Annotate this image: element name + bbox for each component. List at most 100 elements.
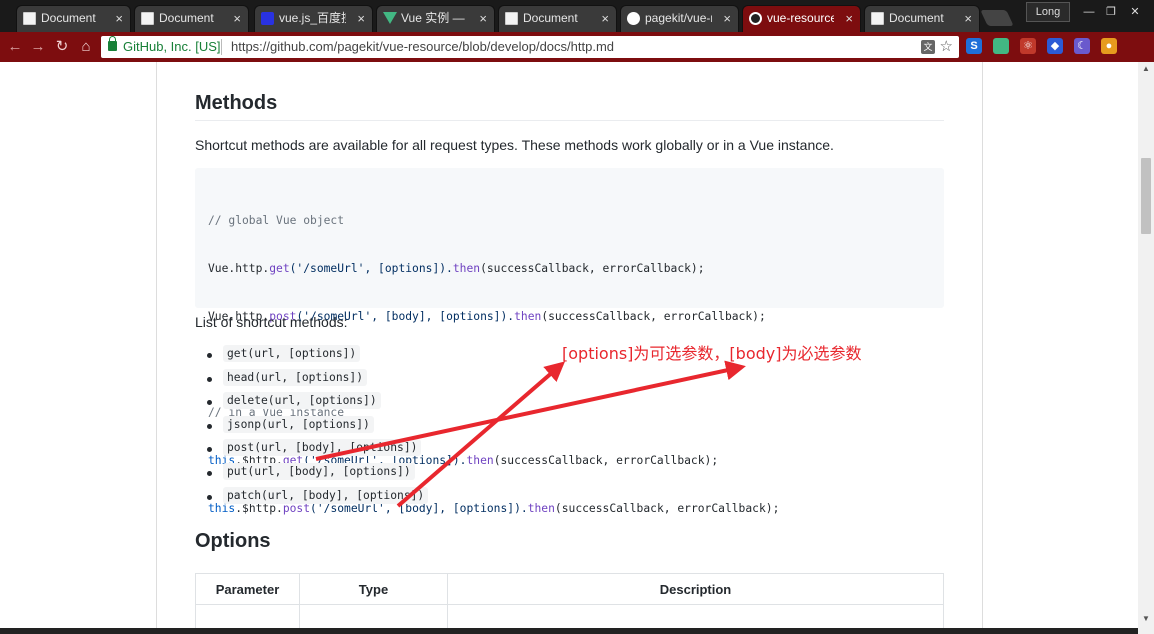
tab-document-3[interactable]: Document × xyxy=(498,5,617,32)
method-signature: head(url, [options]) xyxy=(223,368,368,386)
method-signature: delete(url, [options]) xyxy=(223,392,381,410)
code-token: then xyxy=(466,454,494,467)
method-signature: jsonp(url, [options]) xyxy=(223,415,374,433)
tab-title: vue-resource/ xyxy=(767,11,834,25)
forward-icon[interactable]: → xyxy=(28,37,48,57)
list-item: delete(url, [options]) xyxy=(195,391,428,415)
tab-baidu-search[interactable]: vue.js_百度搜索 × xyxy=(254,5,373,32)
tab-title: vue.js_百度搜索 xyxy=(279,11,346,25)
page-viewport: Methods Shortcut methods are available f… xyxy=(0,62,1138,634)
document-icon xyxy=(871,12,884,25)
heading-divider xyxy=(195,120,944,121)
restore-icon[interactable]: ❐ xyxy=(1100,4,1122,20)
bullet-icon xyxy=(207,400,212,406)
bullet-icon xyxy=(207,470,212,476)
bullet-icon xyxy=(207,494,212,500)
code-token: (successCallback, errorCallback); xyxy=(541,310,766,323)
tab-close-icon[interactable]: × xyxy=(357,6,365,31)
code-token: (successCallback, errorCallback); xyxy=(493,454,719,467)
tab-close-icon[interactable]: × xyxy=(964,6,972,31)
code-token: then xyxy=(527,502,555,515)
method-signature: patch(url, [body], [options]) xyxy=(223,486,429,504)
table-header-description: Description xyxy=(447,573,944,605)
tab-title: pagekit/vue-re xyxy=(645,11,712,25)
document-icon xyxy=(23,12,36,25)
back-icon[interactable]: ← xyxy=(5,37,25,57)
tab-strip: Document × Document × vue.js_百度搜索 × Vue … xyxy=(0,0,1154,32)
method-signature: post(url, [body], [options]) xyxy=(223,439,422,457)
vertical-scrollbar[interactable]: ▲ ▼ xyxy=(1138,62,1154,634)
reload-icon[interactable]: ↻ xyxy=(52,37,72,57)
method-signature: get(url, [options]) xyxy=(223,345,361,362)
tab-close-icon[interactable]: × xyxy=(233,6,241,31)
github-icon xyxy=(749,12,762,25)
code-token: Vue.http. xyxy=(208,262,270,275)
url-text[interactable]: https://github.com/pagekit/vue-resource/… xyxy=(231,36,614,58)
s-extension-icon[interactable]: S xyxy=(966,38,982,54)
table-header-parameter: Parameter xyxy=(195,573,300,605)
cookie-extension-icon[interactable]: ● xyxy=(1101,38,1117,54)
tab-pagekit-vue-resource[interactable]: pagekit/vue-re × xyxy=(620,5,739,32)
code-token: then xyxy=(452,262,481,275)
tab-vue-resource-active[interactable]: vue-resource/ × xyxy=(742,5,861,32)
taskbar-strip xyxy=(0,628,1138,634)
minimize-icon[interactable]: — xyxy=(1078,4,1100,20)
options-table: Parameter Type Description xyxy=(195,573,944,634)
shortcut-method-list: get(url, [options]) head(url, [options])… xyxy=(195,344,429,510)
new-tab-button[interactable] xyxy=(980,10,1014,26)
tab-title: Document xyxy=(889,11,944,25)
scroll-down-icon[interactable]: ▼ xyxy=(1138,612,1154,626)
vue-devtools-icon[interactable] xyxy=(993,38,1009,54)
scroll-up-icon[interactable]: ▲ xyxy=(1138,62,1154,76)
vue-icon xyxy=(383,12,397,25)
code-token: ('/someUrl', [options]). xyxy=(289,262,453,275)
document-icon xyxy=(141,12,154,25)
close-window-icon[interactable]: ✕ xyxy=(1124,4,1146,20)
methods-heading: Methods xyxy=(195,92,278,114)
list-item: put(url, [body], [options]) xyxy=(195,462,428,486)
list-item: get(url, [options]) xyxy=(195,344,428,368)
bullet-icon xyxy=(207,423,212,429)
tab-document-2[interactable]: Document × xyxy=(134,5,249,32)
tab-close-icon[interactable]: × xyxy=(723,6,731,31)
blue-extension-icon[interactable]: ◆ xyxy=(1047,38,1063,54)
code-token: then xyxy=(514,310,542,323)
tab-title: Document xyxy=(523,11,578,25)
bookmark-star-icon[interactable]: ☆ xyxy=(940,36,953,58)
bullet-icon xyxy=(207,353,212,358)
options-heading: Options xyxy=(195,530,271,552)
browser-toolbar: ← → ↻ ⌂ GitHub, Inc. [US] https://github… xyxy=(0,32,1154,62)
address-bar[interactable]: GitHub, Inc. [US] https://github.com/pag… xyxy=(101,36,959,58)
react-devtools-icon[interactable]: ⚛ xyxy=(1020,38,1036,54)
tab-title: Vue 实例 — Vue xyxy=(401,11,468,25)
moon-extension-icon[interactable]: ☾ xyxy=(1074,38,1090,54)
table-header-type: Type xyxy=(299,573,448,605)
code-token: get xyxy=(269,262,290,275)
tab-close-icon[interactable]: × xyxy=(601,6,609,31)
list-item: post(url, [body], [options]) xyxy=(195,438,428,462)
code-token: (successCallback, errorCallback); xyxy=(554,502,780,515)
list-intro: List of shortcut methods: xyxy=(195,314,348,330)
methods-intro: Shortcut methods are available for all r… xyxy=(195,137,834,153)
method-signature: put(url, [body], [options]) xyxy=(223,462,415,480)
code-token: (successCallback, errorCallback); xyxy=(480,262,705,275)
tab-title: Document xyxy=(159,11,214,25)
home-icon[interactable]: ⌂ xyxy=(76,37,96,57)
tab-close-icon[interactable]: × xyxy=(115,6,123,31)
tab-document-1[interactable]: Document × xyxy=(16,5,131,32)
tab-close-icon[interactable]: × xyxy=(479,6,487,31)
tab-document-4[interactable]: Document × xyxy=(864,5,980,32)
profile-button[interactable]: Long xyxy=(1026,2,1070,22)
tab-close-icon[interactable]: × xyxy=(845,6,853,31)
bullet-icon xyxy=(207,447,212,453)
annotation-text: [options]为可选参数，[body]为必选参数 xyxy=(562,344,862,363)
lock-icon xyxy=(108,36,117,51)
scroll-thumb[interactable] xyxy=(1141,158,1151,234)
url-divider xyxy=(221,39,222,55)
translate-icon[interactable]: 文 xyxy=(921,40,935,54)
tab-vue-instance[interactable]: Vue 实例 — Vue × xyxy=(376,5,495,32)
list-item: head(url, [options]) xyxy=(195,368,428,392)
github-icon xyxy=(627,12,640,25)
baidu-icon xyxy=(261,12,274,25)
list-item: patch(url, [body], [options]) xyxy=(195,486,429,510)
